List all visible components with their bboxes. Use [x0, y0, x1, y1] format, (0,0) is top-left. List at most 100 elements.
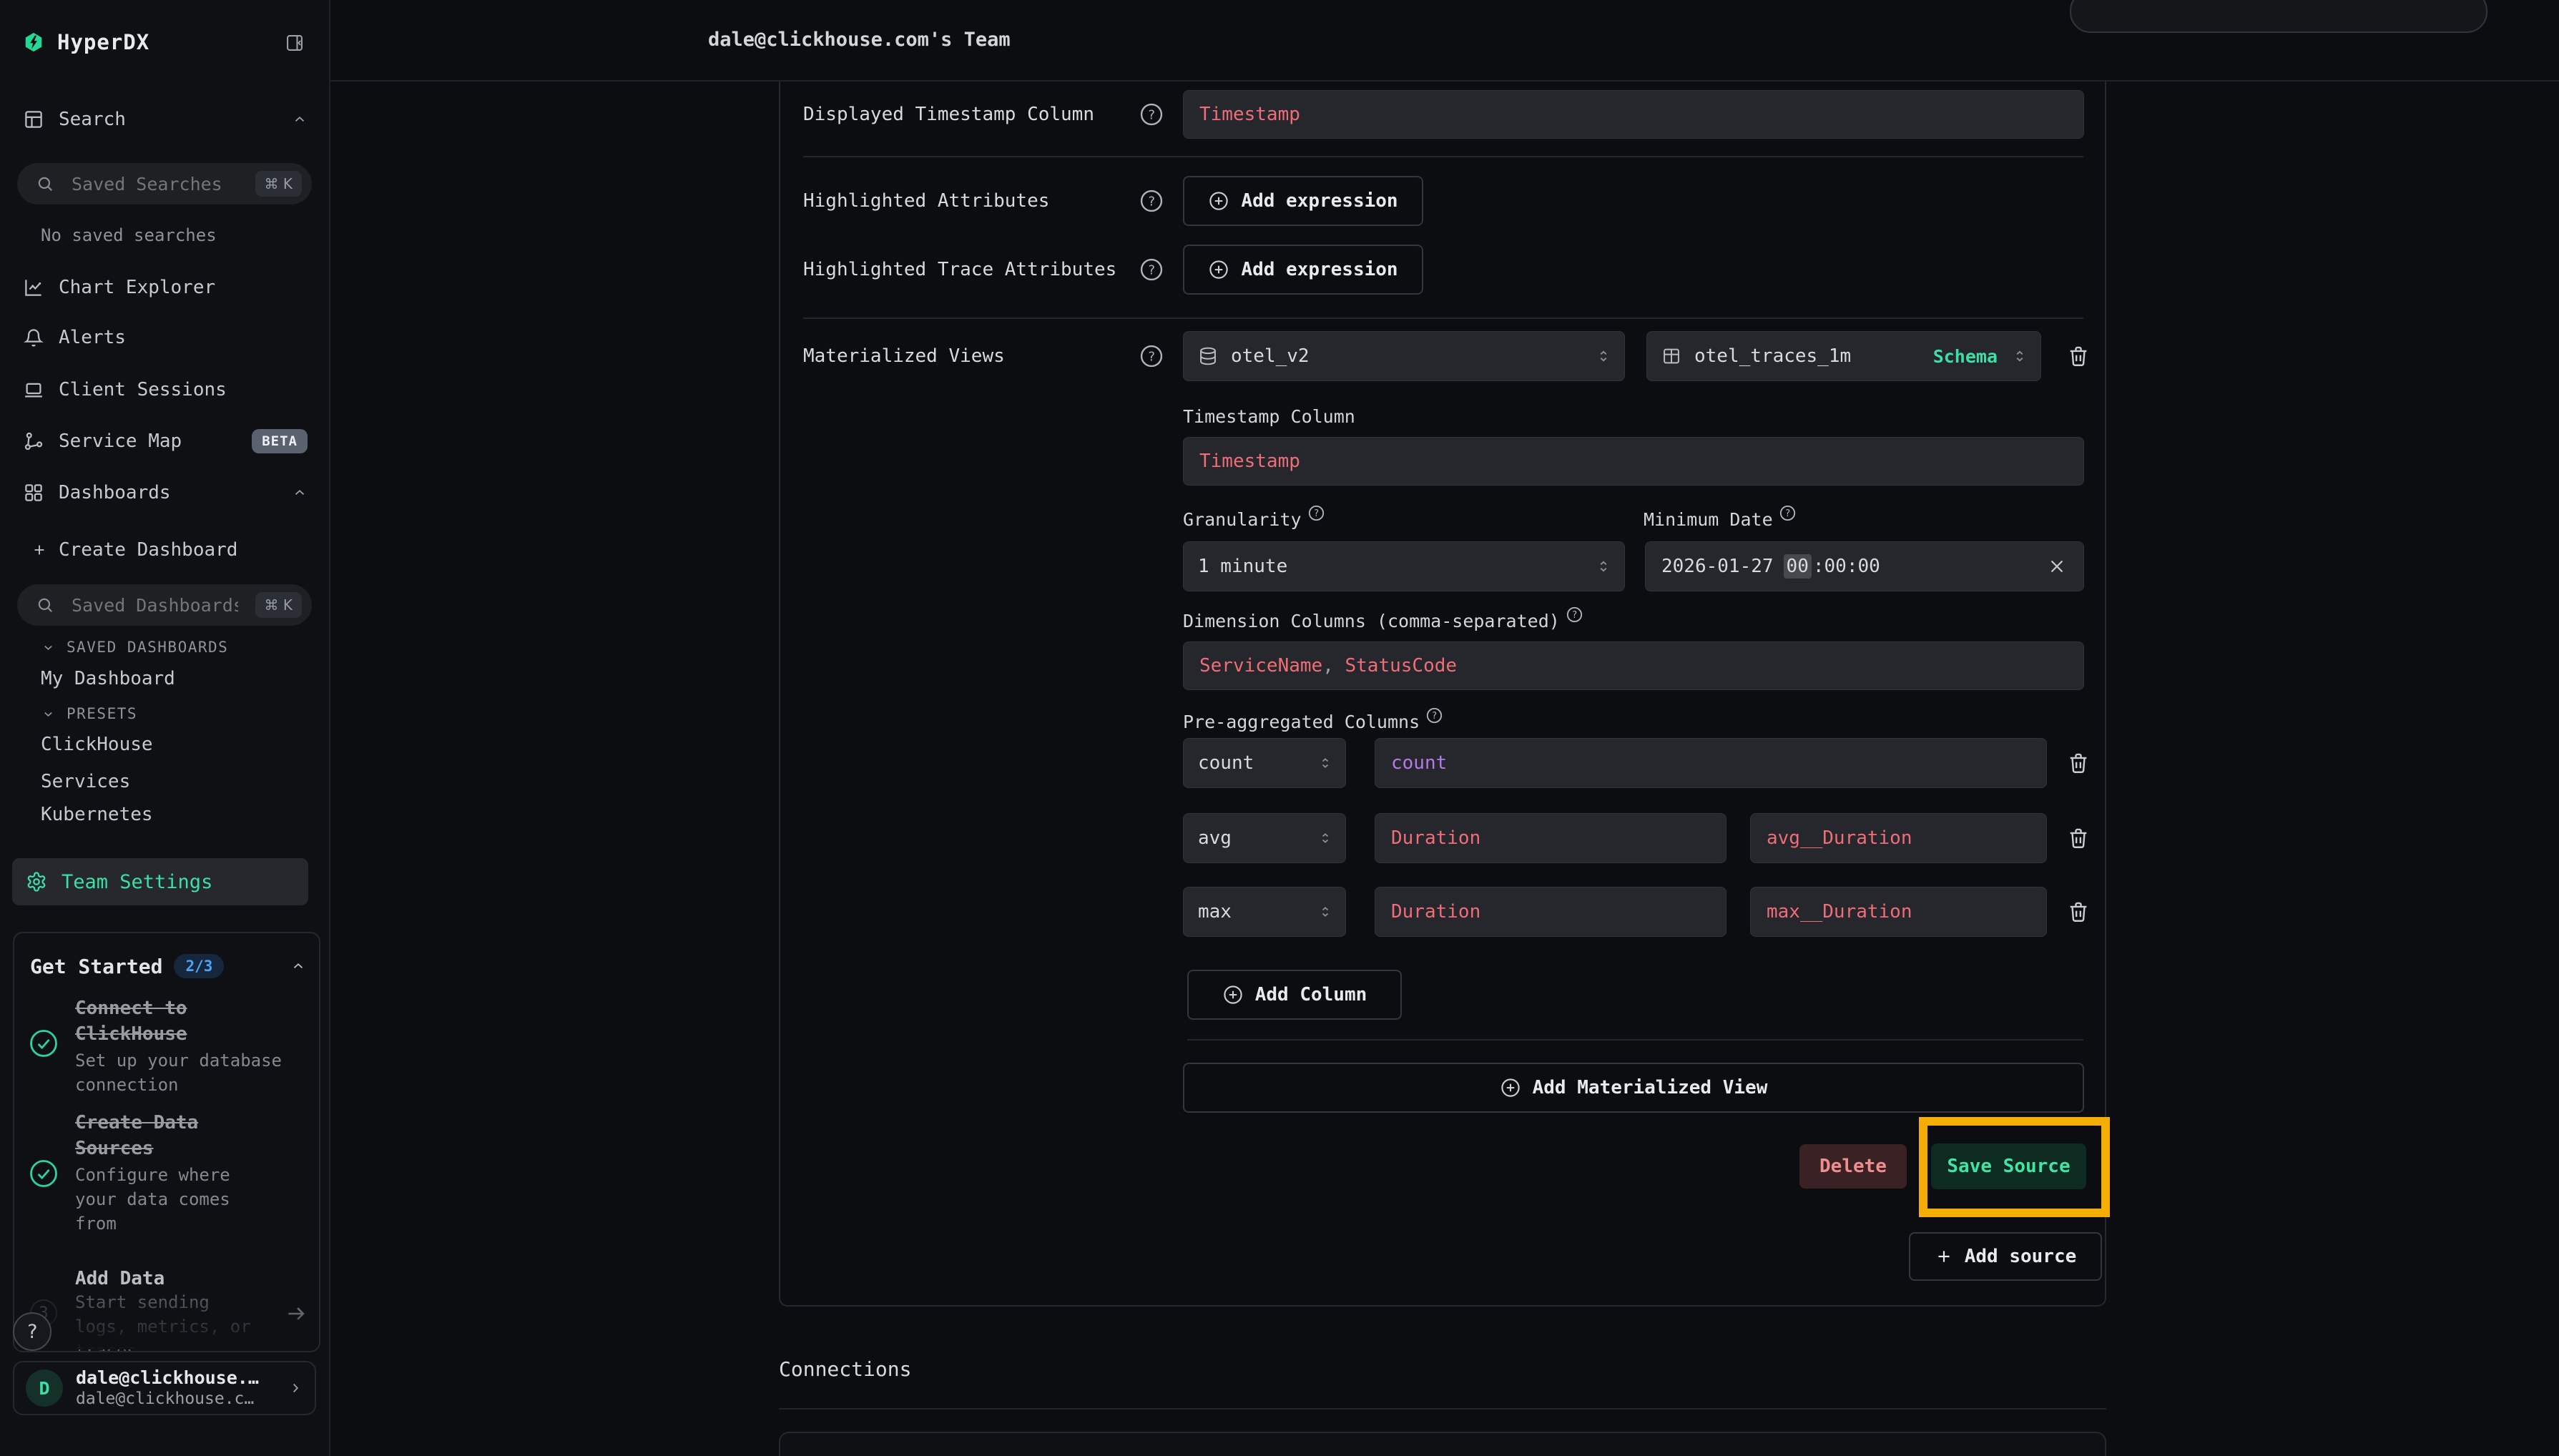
sidebar-item-client-sessions[interactable]: Client Sessions	[23, 373, 308, 406]
delete-column-button[interactable]	[2063, 747, 2094, 779]
aggregate-alias-value[interactable]	[1767, 827, 2030, 849]
help-circle-icon[interactable]: ?	[1139, 257, 1164, 282]
aggregate-expr-value[interactable]	[1391, 901, 1710, 923]
add-source-button[interactable]: Add source	[1909, 1232, 2102, 1281]
sidebar-item-clickhouse[interactable]: ClickHouse	[41, 734, 153, 755]
delete-column-button[interactable]	[2063, 822, 2094, 854]
granularity-select[interactable]: 1 minute	[1183, 541, 1625, 591]
get-started-item-title[interactable]: Create Data Sources	[75, 1110, 218, 1161]
aggregate-alias-input[interactable]	[1750, 887, 2047, 937]
section-label: SAVED DASHBOARDS	[67, 639, 228, 656]
saved-searches-field[interactable]	[70, 173, 240, 195]
trash-icon	[2066, 344, 2091, 368]
cmd-k-shortcut: ⌘ K	[255, 171, 302, 197]
add-expression-button[interactable]: Add expression	[1183, 176, 1423, 226]
timestamp-column-value[interactable]	[1199, 451, 2068, 472]
add-materialized-view-button[interactable]: Add Materialized View	[1183, 1063, 2084, 1113]
saved-dashboards-field[interactable]	[70, 594, 240, 616]
chevrons-up-down-icon	[1317, 830, 1334, 847]
create-dashboard-button[interactable]: Create Dashboard	[31, 533, 303, 566]
sidebar-item-my-dashboard[interactable]: My Dashboard	[41, 668, 175, 689]
brand-row: HyperDX	[23, 26, 309, 59]
delete-column-button[interactable]	[2063, 896, 2094, 928]
button-label: Add Materialized View	[1533, 1077, 1768, 1098]
get-started-item-desc: Set up your database connection	[75, 1048, 284, 1097]
get-started-title: Get Started	[30, 955, 162, 978]
displayed-timestamp-input[interactable]	[1183, 90, 2084, 139]
aggregate-expr-input[interactable]	[1375, 887, 1727, 937]
aggregate-fn-select[interactable]: avg	[1183, 813, 1346, 863]
chevrons-up-down-icon	[2010, 347, 2029, 365]
get-started-item-title[interactable]: Connect to ClickHouse	[75, 995, 218, 1047]
dimension-value-2: StatusCode	[1345, 655, 1458, 677]
displayed-timestamp-value[interactable]	[1199, 104, 2068, 125]
create-dashboard-label: Create Dashboard	[59, 539, 237, 561]
sidebar-collapse-icon[interactable]	[285, 33, 305, 53]
aggregate-expr-input[interactable]	[1375, 813, 1727, 863]
saved-searches-input[interactable]: ⌘ K	[17, 163, 312, 205]
aggregate-expr-value[interactable]	[1391, 827, 1710, 849]
timestamp-column-input[interactable]	[1183, 437, 2084, 486]
trash-icon	[2066, 826, 2091, 850]
delete-source-button[interactable]: Delete	[1799, 1144, 1907, 1189]
sidebar-item-services[interactable]: Services	[41, 771, 130, 792]
plus-icon	[1935, 1247, 1953, 1266]
presets-section[interactable]: PRESETS	[41, 705, 299, 722]
help-circle-icon[interactable]: ?	[1139, 188, 1164, 214]
add-column-button[interactable]: Add Column	[1187, 970, 1402, 1020]
hyperdx-logo-icon	[23, 31, 44, 53]
aggregate-expr-input[interactable]	[1375, 738, 2047, 788]
dimension-columns-label: Dimension Columns (comma-separated) ?	[1183, 611, 1583, 631]
get-started-header[interactable]: Get Started 2/3	[30, 951, 306, 981]
saved-dashboards-input[interactable]: ⌘ K	[17, 584, 312, 626]
label-text: Minimum Date	[1644, 509, 1773, 530]
divider	[803, 156, 2083, 157]
database-value: otel_v2	[1231, 345, 1310, 367]
brand-name: HyperDX	[57, 30, 149, 54]
sidebar-item-kubernetes[interactable]: Kubernetes	[41, 804, 153, 825]
aggregate-alias-input[interactable]	[1750, 813, 2047, 863]
aggregate-expr-value[interactable]	[1391, 752, 2030, 774]
help-circle-icon[interactable]: ?	[1139, 102, 1164, 127]
add-expression-button[interactable]: Add expression	[1183, 245, 1423, 295]
button-label: Add source	[1965, 1246, 2077, 1267]
help-circle-icon[interactable]: ?	[1425, 707, 1443, 724]
sidebar-item-search[interactable]: Search	[23, 103, 308, 136]
save-source-button[interactable]: Save Source	[1931, 1143, 2086, 1189]
aggregate-fn-select[interactable]: max	[1183, 887, 1346, 937]
help-circle-icon[interactable]: ?	[1307, 504, 1325, 522]
aggregate-alias-value[interactable]	[1767, 901, 2030, 923]
minimum-date-hour[interactable]: 00	[1784, 554, 1812, 579]
gear-icon	[26, 871, 47, 892]
sidebar-item-dashboards[interactable]: Dashboards	[23, 476, 308, 509]
schema-link[interactable]: Schema	[1933, 346, 1998, 367]
help-button[interactable]: ?	[13, 1312, 51, 1351]
saved-dashboards-section[interactable]: SAVED DASHBOARDS	[41, 639, 299, 656]
user-menu[interactable]: D dale@clickhouse.… dale@clickhouse.c…	[13, 1361, 316, 1415]
button-label: Add expression	[1241, 190, 1398, 212]
clear-date-icon[interactable]	[2046, 556, 2068, 577]
dimension-columns-input[interactable]: ServiceName, StatusCode	[1183, 641, 2084, 690]
help-circle-icon[interactable]: ?	[1139, 343, 1164, 369]
aggregate-fn-value: avg	[1198, 827, 1232, 849]
svg-text:?: ?	[1148, 107, 1156, 122]
aggregate-fn-select[interactable]: count	[1183, 738, 1346, 788]
chart-explorer-icon	[23, 277, 44, 298]
get-started-item-title[interactable]: Add Data	[75, 1266, 261, 1292]
granularity-value: 1 minute	[1198, 556, 1287, 577]
plus-circle-icon	[1208, 259, 1229, 280]
table-select[interactable]: otel_traces_1m Schema	[1646, 331, 2041, 381]
minimum-date-input[interactable]: 2026-01-27 00 :00:00	[1645, 541, 2084, 591]
sidebar-item-alerts[interactable]: Alerts	[23, 321, 308, 354]
help-circle-icon[interactable]: ?	[1779, 504, 1797, 522]
user-email: dale@clickhouse.c…	[76, 1389, 259, 1409]
sidebar-item-label: Alerts	[59, 327, 126, 348]
database-select[interactable]: otel_v2	[1183, 331, 1625, 381]
delete-view-button[interactable]	[2063, 340, 2094, 372]
svg-text:?: ?	[1148, 194, 1156, 209]
help-circle-icon[interactable]: ?	[1566, 606, 1583, 624]
sidebar-item-service-map[interactable]: Service Map BETA	[23, 425, 308, 458]
sidebar-item-team-settings[interactable]: Team Settings	[12, 858, 308, 905]
materialized-views-label: Materialized Views	[803, 343, 1005, 369]
sidebar-item-chart-explorer[interactable]: Chart Explorer	[23, 271, 308, 304]
